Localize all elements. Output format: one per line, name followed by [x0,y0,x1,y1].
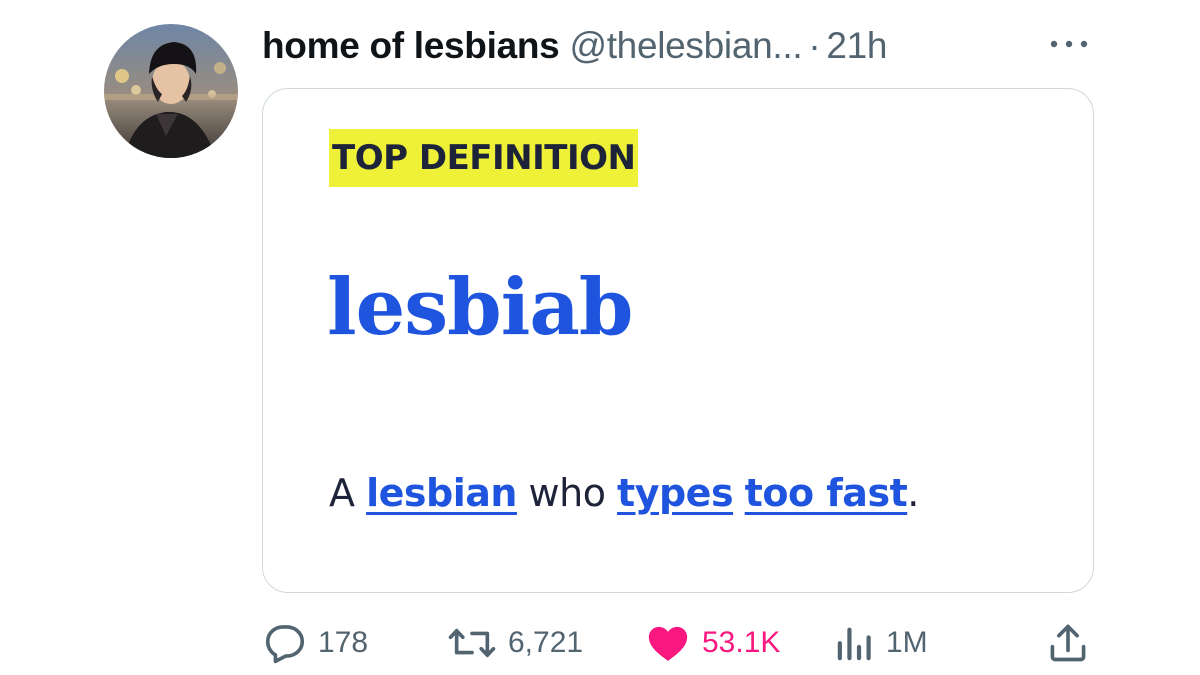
reply-count: 178 [318,626,369,659]
heart-icon [648,626,688,661]
display-name[interactable]: home of lesbians [262,25,560,67]
tweet-timestamp[interactable]: 21h [826,25,887,67]
views-button[interactable]: 1M [834,618,928,668]
reply-icon [265,625,305,664]
retweet-icon [448,628,496,658]
definition-text: A lesbian who types too fast. [329,471,919,515]
share-icon [1050,624,1086,662]
definition-link-lesbian[interactable]: lesbian [366,471,517,515]
definition-link-too-fast[interactable]: too fast [745,471,908,515]
retweet-count: 6,721 [508,626,584,659]
definition-middle: who [528,471,606,515]
share-button[interactable] [1046,618,1090,668]
user-avatar[interactable] [104,24,238,158]
definition-suffix: . [907,471,919,515]
reply-button[interactable]: 178 [262,618,368,668]
tweet-action-bar: 178 6,721 53.1K 1M [262,618,1094,668]
tweet-header: home of lesbians @thelesbian... · 21h [262,22,888,70]
user-handle[interactable]: @thelesbian... [569,25,802,67]
more-horizontal-icon[interactable] [1048,34,1090,54]
like-count: 53.1K [702,626,781,659]
media-card[interactable]: TOP DEFINITION lesbiab A lesbian who typ… [262,88,1094,593]
separator-dot: · [808,25,821,66]
views-chart-icon [837,627,871,661]
views-count: 1M [886,626,928,659]
badge-label: TOP DEFINITION [332,138,636,178]
definition-prefix: A [329,471,355,515]
top-definition-badge: TOP DEFINITION [329,129,639,187]
avatar-image [104,24,238,158]
like-button[interactable]: 53.1K [644,618,780,668]
defined-word: lesbiab [327,262,633,353]
retweet-button[interactable]: 6,721 [446,618,583,668]
definition-link-types[interactable]: types [617,471,734,515]
